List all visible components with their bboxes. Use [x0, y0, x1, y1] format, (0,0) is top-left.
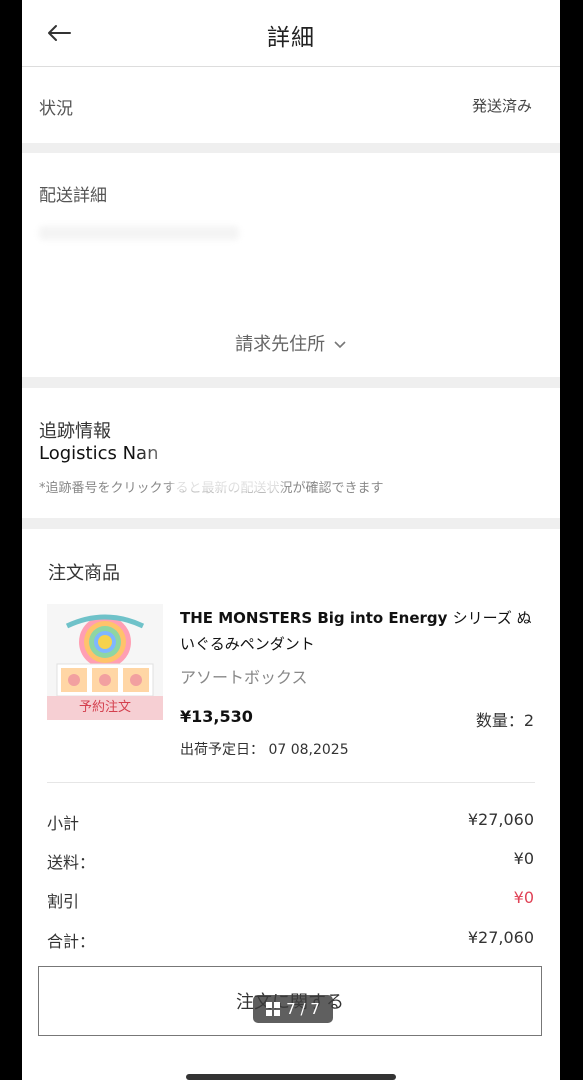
image-page-indicator: 7 / 7 — [253, 995, 333, 1023]
product-price: ¥13,530 — [180, 707, 253, 726]
shipping-label: 送料： — [47, 853, 96, 872]
page-indicator-text: 7 / 7 — [286, 1000, 320, 1018]
tracking-section: 追跡情報 Logistics Nan *追跡番号をクリックすると最新の配送状況が… — [22, 388, 560, 518]
order-detail-screen: 詳細 状況 発送済み 配送詳細 請求先住所 追跡情報 Logistics Nan… — [22, 0, 560, 1080]
redaction-blur — [172, 475, 282, 493]
product-name[interactable]: THE MONSTERS Big into Energy シリーズ ぬいぐるみペ… — [180, 605, 540, 657]
product-image[interactable]: 予約注文 — [47, 604, 163, 720]
order-items-label: 注文商品 — [48, 563, 120, 584]
total-value: ¥27,060 — [467, 928, 534, 947]
page-title: 詳細 — [267, 25, 315, 51]
redacted-address — [39, 226, 239, 240]
delivery-label: 配送詳細 — [39, 186, 107, 206]
home-indicator[interactable] — [186, 1074, 396, 1080]
subtotal-label: 小計 — [47, 814, 80, 833]
header: 詳細 — [22, 0, 560, 67]
preorder-tag: 予約注文 — [47, 696, 163, 720]
chevron-down-icon — [334, 341, 346, 349]
tracking-label: 追跡情報 — [39, 421, 111, 442]
redaction-fade — [137, 442, 227, 468]
total-label: 合計： — [47, 932, 96, 951]
status-value: 発送済み — [471, 97, 532, 115]
divider — [47, 782, 535, 783]
subtotal-value: ¥27,060 — [467, 810, 534, 829]
billing-address-label: 請求先住所 — [235, 334, 326, 355]
status-label: 状況 — [39, 99, 73, 119]
delivery-section: 配送詳細 請求先住所 — [22, 153, 560, 377]
discount-label: 割引 — [47, 892, 80, 911]
product-variant: アソートボックス — [180, 668, 308, 687]
discount-value: ¥0 — [513, 888, 534, 907]
product-name-en: THE MONSTERS Big into Energy — [180, 609, 448, 627]
grid-icon — [266, 1002, 281, 1016]
status-section: 状況 発送済み — [22, 67, 560, 143]
product-quantity: 数量：2 — [475, 711, 534, 730]
shipping-value: ¥0 — [513, 849, 534, 868]
billing-address-toggle[interactable]: 請求先住所 — [22, 330, 560, 356]
ship-date: 出荷予定日： 07 08,2025 — [180, 742, 349, 758]
